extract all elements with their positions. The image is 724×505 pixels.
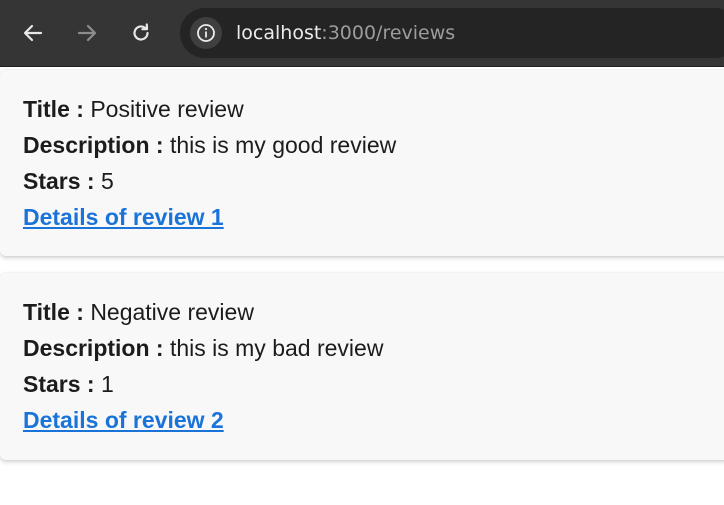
title-label: Title :: [23, 299, 84, 325]
review-description: this is my good review: [169, 132, 397, 158]
reload-button[interactable]: [123, 15, 159, 51]
site-info-button[interactable]: [190, 17, 222, 49]
review-details-row: Details of review 2: [23, 405, 224, 435]
review-title: Negative review: [90, 299, 254, 325]
forward-button[interactable]: [69, 15, 105, 51]
url-text[interactable]: localhost:3000/reviews: [236, 21, 455, 45]
description-label: Description :: [23, 335, 164, 361]
review-description-row: Description : this is my bad review: [23, 333, 383, 363]
stars-label: Stars :: [23, 371, 95, 397]
review-stars: 1: [100, 371, 114, 397]
back-arrow-icon: [23, 24, 43, 42]
review-description: this is my bad review: [169, 335, 384, 361]
review-title-row: Title : Positive review: [23, 94, 244, 124]
review-card: Title : Negative review Description : th…: [0, 273, 724, 460]
forward-arrow-icon: [77, 24, 97, 42]
back-button[interactable]: [15, 15, 51, 51]
review-title: Positive review: [90, 96, 244, 122]
browser-toolbar: localhost:3000/reviews: [0, 0, 724, 67]
stars-label: Stars :: [23, 168, 95, 194]
review-stars-row: Stars : 1: [23, 369, 114, 399]
review-details-row: Details of review 1: [23, 202, 224, 232]
url-host: localhost: [236, 22, 322, 44]
address-bar[interactable]: localhost:3000/reviews: [180, 8, 724, 58]
description-label: Description :: [23, 132, 164, 158]
title-label: Title :: [23, 96, 84, 122]
reload-icon: [133, 23, 149, 41]
review-details-link[interactable]: Details of review 1: [23, 204, 224, 230]
url-path: :3000/reviews: [321, 22, 456, 44]
info-icon: [197, 24, 215, 42]
review-description-row: Description : this is my good review: [23, 130, 396, 160]
review-stars: 5: [100, 168, 114, 194]
review-stars-row: Stars : 5: [23, 166, 114, 196]
review-card: Title : Positive review Description : th…: [0, 70, 724, 256]
review-title-row: Title : Negative review: [23, 297, 254, 327]
review-details-link[interactable]: Details of review 2: [23, 407, 224, 433]
